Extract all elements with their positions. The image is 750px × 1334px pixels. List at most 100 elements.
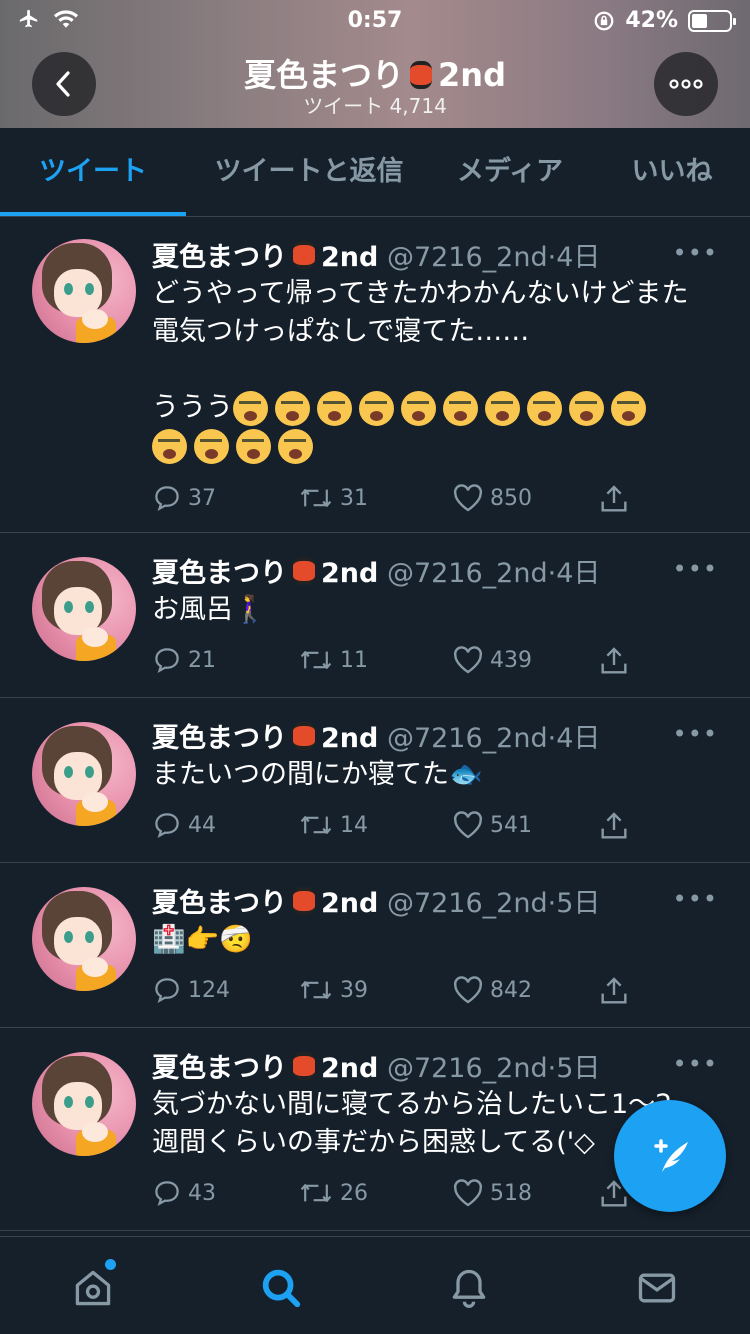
retweet-icon [300,1184,332,1202]
battery-level [692,13,707,28]
lantern-icon [410,61,433,89]
more-button[interactable] [654,52,718,116]
profile-tabs: ツイート ツイートと返信 メディア いいね [0,128,750,217]
like-count: 850 [490,485,532,511]
heart-icon [453,976,483,1004]
tweet-more-icon[interactable]: ••• [673,885,718,913]
crying-emoji-row [152,429,313,464]
status-right: 42% [593,8,736,33]
avatar[interactable] [32,1052,136,1156]
tweet-author-name[interactable]: 夏色まつり [152,1053,287,1084]
like-button[interactable]: 842 [452,975,532,1005]
crying-face-icon [275,391,310,426]
like-button[interactable]: 439 [452,645,532,675]
tweet-more-icon[interactable]: ••• [673,1050,718,1078]
tweet-item[interactable]: 夏色まつり 2nd @7216_2nd·4日 ••• またいつの間にか寝てた🐟 4… [0,698,750,863]
tweet-author-name[interactable]: 夏色まつり [152,888,287,919]
tweet-text-line2: ううう [152,392,233,423]
tweet-author-suffix: 2nd [321,242,379,273]
nav-search[interactable] [256,1263,306,1313]
orientation-lock-icon [594,11,614,30]
tweet-author-suffix: 2nd [321,723,379,754]
crying-face-icon [527,391,562,426]
reply-button[interactable]: 44 [152,810,216,840]
retweet-icon [300,489,332,507]
quill-icon [654,1139,688,1172]
retweet-icon [300,651,332,669]
tweet-handle: @7216_2nd [386,1053,548,1084]
tab-tweets[interactable]: ツイート [0,128,186,216]
reply-button[interactable]: 124 [152,975,230,1005]
speech-bubble-icon [155,648,179,673]
retweet-button[interactable]: 39 [298,975,368,1005]
tweet-item[interactable]: 夏色まつり 2nd @7216_2nd·4日 ••• どうやって帰ってきたかわかん… [0,217,750,533]
tweet-text: またいつの間にか寝てた🐟 [152,759,483,790]
share-icon [601,977,627,1004]
tweet-time: 5日 [556,888,601,919]
tweet-header: 夏色まつり 2nd @7216_2nd·5日 [152,887,601,919]
share-icon [601,812,627,839]
crying-emoji-row [233,391,646,426]
heart-icon [453,1179,483,1207]
active-tab-indicator [0,212,186,216]
tweet-more-icon[interactable]: ••• [673,555,718,583]
reply-button[interactable]: 43 [152,1178,216,1208]
tweet-item[interactable]: 夏色まつり 2nd @7216_2nd·4日 ••• お風呂🚶‍♀️ 21 11 … [0,533,750,698]
crying-face-icon [359,391,394,426]
avatar[interactable] [32,557,136,661]
tweet-time: 5日 [556,1053,601,1084]
tweet-text: 🏥👉🤕 [152,924,253,955]
nav-home[interactable] [68,1259,118,1313]
share-button[interactable] [598,645,630,677]
reply-count: 124 [188,977,230,1003]
tweet-handle: @7216_2nd [386,558,548,589]
tweet-time: 4日 [556,242,601,273]
heart-icon [453,646,483,674]
retweet-button[interactable]: 26 [298,1178,368,1208]
crying-face-icon [194,429,229,464]
tweet-item[interactable]: 夏色まつり 2nd @7216_2nd·5日 ••• 🏥👉🤕 124 39 842 [0,863,750,1028]
nav-notifications[interactable] [444,1263,494,1313]
nav-messages[interactable] [632,1263,682,1313]
tweet-author-name[interactable]: 夏色まつり [152,242,287,273]
tweet-header: 夏色まつり 2nd @7216_2nd·4日 [152,557,601,589]
tweet-author-suffix: 2nd [321,1053,379,1084]
heart-icon [453,811,483,839]
compose-tweet-button[interactable] [614,1100,726,1212]
tweet-header: 夏色まつり 2nd @7216_2nd·4日 [152,241,601,273]
like-button[interactable]: 518 [452,1178,532,1208]
envelope-icon [638,1273,676,1303]
retweet-button[interactable]: 14 [298,810,368,840]
tweet-more-icon[interactable]: ••• [673,720,718,748]
lantern-icon [293,241,315,269]
reply-button[interactable]: 37 [152,483,216,513]
share-button[interactable] [598,975,630,1007]
tweet-handle: @7216_2nd [386,723,548,754]
tab-tweets-and-replies[interactable]: ツイートと返信 [200,128,418,216]
tab-media[interactable]: メディア [440,128,580,216]
share-button[interactable] [598,810,630,842]
retweet-button[interactable]: 31 [298,483,368,513]
tweet-author-name[interactable]: 夏色まつり [152,723,287,754]
profile-name-suffix: 2nd [438,56,506,94]
reply-count: 21 [188,647,216,673]
tweet-handle: @7216_2nd [386,242,548,273]
battery-icon [688,9,736,32]
like-button[interactable]: 541 [452,810,532,840]
retweet-button[interactable]: 11 [298,645,368,675]
tweet-author-name[interactable]: 夏色まつり [152,558,287,589]
like-count: 842 [490,977,532,1003]
tab-likes[interactable]: いいね [610,128,734,216]
reply-button[interactable]: 21 [152,645,216,675]
ellipsis-icon [669,79,703,89]
avatar[interactable] [32,239,136,343]
avatar[interactable] [32,722,136,826]
speech-bubble-icon [155,978,179,1003]
share-button[interactable] [598,483,630,515]
avatar[interactable] [32,887,136,991]
crying-face-icon [401,391,436,426]
like-button[interactable]: 850 [452,483,532,513]
tweet-more-icon[interactable]: ••• [673,239,718,267]
retweet-count: 14 [340,812,368,838]
lantern-icon [293,887,315,915]
